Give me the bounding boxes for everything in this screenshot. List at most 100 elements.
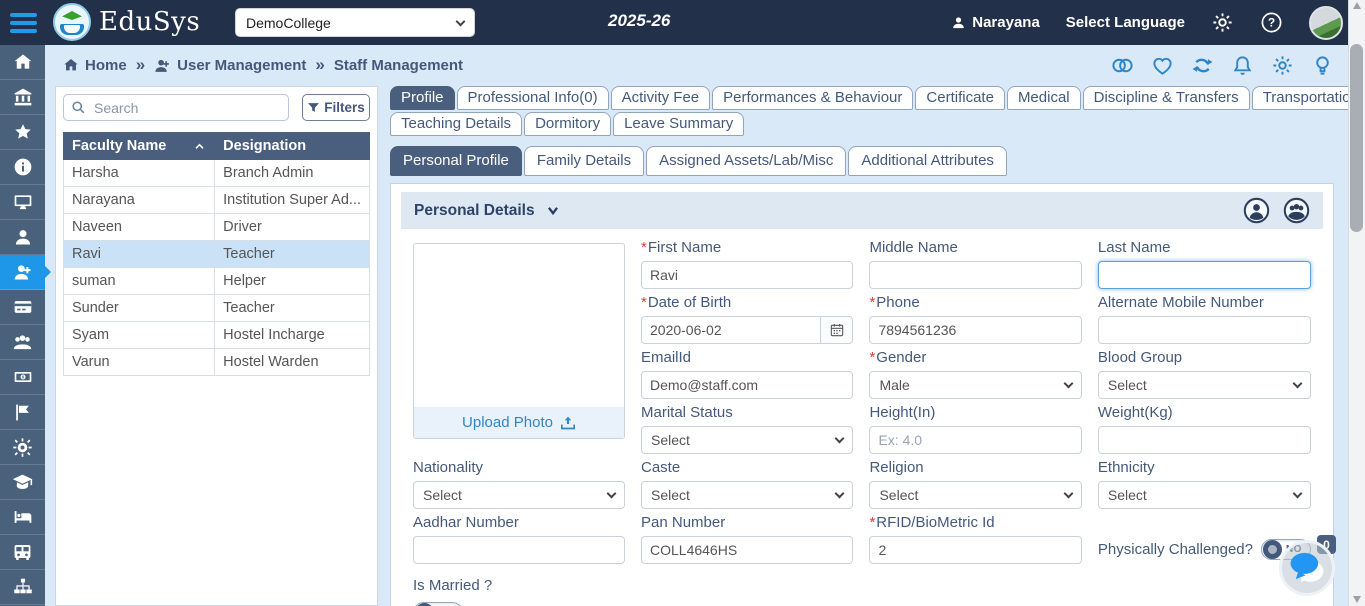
field-is-married: Is Married ? NO [413,569,625,606]
personal-details-panel: Personal Details Upload Photo *First Nam… [390,183,1334,606]
table-row[interactable]: Narayana Institution Super Ad... [62,186,370,214]
sidebar-item-hostel[interactable] [0,500,45,535]
search-input[interactable] [63,94,289,121]
tab-dormitory[interactable]: Dormitory [524,112,612,136]
first-name-input[interactable] [641,261,854,289]
sidebar-item-settings[interactable] [0,430,45,465]
nationality-select[interactable]: Select [413,481,625,509]
caste-select[interactable]: Select [641,481,854,509]
avatar[interactable] [1309,5,1343,40]
tab-certificate[interactable]: Certificate [915,86,1005,110]
gender-select[interactable]: Male [869,371,1082,399]
chevron-down-icon[interactable] [545,203,561,218]
sidebar-item-info[interactable] [0,150,45,185]
scrollbar-thumb[interactable] [1350,44,1363,232]
settings-gear-icon[interactable] [1271,54,1294,77]
tab-performances-behaviour[interactable]: Performances & Behaviour [712,86,914,110]
pan-input[interactable] [641,536,854,564]
sidebar-item-favorites[interactable] [0,115,45,150]
table-row[interactable]: Varun Hostel Warden [62,348,370,376]
date-of-birth-input[interactable] [641,316,821,344]
email-input[interactable] [641,371,854,399]
brand-name: EduSys [99,7,201,37]
tab-profile[interactable]: Profile [390,86,455,110]
scroll-down-arrow[interactable] [1353,596,1361,603]
field-date-of-birth: *Date of Birth [641,294,854,349]
table-row[interactable]: suman Helper [62,267,370,295]
vertical-scrollbar[interactable] [1348,0,1365,606]
scroll-up-arrow[interactable] [1353,2,1361,9]
section-title: Personal Details [414,201,535,219]
brand[interactable]: EduSys [53,3,200,41]
subtab-assigned-assets[interactable]: Assigned Assets/Lab/Misc [646,146,847,176]
settings-gear-icon[interactable] [1211,11,1234,34]
sidebar-item-monitor[interactable] [0,185,45,220]
field-pan: Pan Number [641,514,854,569]
tab-activity-fee[interactable]: Activity Fee [610,86,711,110]
field-last-name: Last Name [1097,239,1311,294]
help-icon[interactable]: ? [1260,11,1283,34]
tab-professional-info[interactable]: Professional Info(0) [456,86,609,110]
is-married-toggle[interactable]: NO [413,602,463,606]
column-header-designation[interactable]: Designation [214,132,370,160]
table-row[interactable]: Sunder Teacher [62,294,370,322]
field-phone: *Phone [869,294,1082,349]
favorite-heart-icon[interactable] [1151,54,1174,77]
aadhar-input[interactable] [413,536,625,564]
notifications-bell-icon[interactable] [1231,54,1254,77]
table-row[interactable]: Harsha Branch Admin [62,159,370,187]
table-row[interactable]: Naveen Driver [62,213,370,241]
table-row[interactable]: Syam Hostel Incharge [62,321,370,349]
institution-icon [14,88,31,106]
breadcrumb-user-management[interactable]: User Management [154,57,306,74]
filters-button[interactable]: Filters [302,94,370,121]
column-header-faculty-name[interactable]: Faculty Name [62,132,216,160]
calendar-button[interactable] [820,316,854,344]
height-input[interactable] [869,426,1082,454]
sidebar-item-finance[interactable] [0,360,45,395]
sidebar-item-user-management[interactable] [0,255,51,290]
subtab-additional-attributes[interactable]: Additional Attributes [848,146,1007,176]
table-row-selected[interactable]: Ravi Teacher [62,240,370,268]
chevron-down-icon [455,16,466,26]
toggle-icon[interactable] [1111,54,1134,77]
single-profile-icon[interactable] [1243,197,1270,224]
sidebar-item-hierarchy[interactable] [0,570,45,605]
sidebar-item-card[interactable] [0,290,45,325]
middle-name-input[interactable] [869,261,1082,289]
chat-button[interactable] [1279,540,1335,596]
sidebar-item-institution[interactable] [0,80,45,115]
college-select[interactable]: DemoCollege [235,8,475,37]
weight-input[interactable] [1097,426,1311,454]
sidebar-item-home[interactable] [0,45,45,80]
religion-select[interactable]: Select [869,481,1082,509]
tab-discipline-transfers[interactable]: Discipline & Transfers [1082,86,1250,110]
marital-status-select[interactable]: Select [641,426,854,454]
subtab-personal-profile[interactable]: Personal Profile [390,146,522,176]
sidebar-item-transport[interactable] [0,535,45,570]
user-menu[interactable]: Narayana [951,14,1040,31]
rfid-input[interactable] [869,536,1082,564]
select-language-button[interactable]: Select Language [1066,14,1185,31]
upload-photo-button[interactable]: Upload Photo [414,407,624,438]
blood-group-select[interactable]: Select [1097,371,1311,399]
tab-leave-summary[interactable]: Leave Summary [613,112,745,136]
sidebar-item-academics[interactable] [0,465,45,500]
subtab-family-details[interactable]: Family Details [523,146,645,176]
group-profile-icon[interactable] [1283,197,1310,224]
tab-teaching-details[interactable]: Teaching Details [390,112,523,136]
sidebar-item-groups[interactable] [0,325,45,360]
hamburger-menu-icon[interactable] [10,13,37,37]
lightbulb-icon[interactable] [1311,54,1334,77]
alternate-mobile-input[interactable] [1097,316,1311,344]
ethnicity-select[interactable]: Select [1097,481,1311,509]
sidebar-item-flag[interactable] [0,395,45,430]
phone-input[interactable] [869,316,1082,344]
chevron-down-icon [1063,378,1074,389]
sidebar-item-profile[interactable] [0,220,45,255]
refresh-icon[interactable] [1191,54,1214,77]
sort-asc-icon[interactable] [193,140,206,153]
last-name-input[interactable] [1097,261,1311,289]
breadcrumb-home[interactable]: Home [63,57,127,74]
tab-medical[interactable]: Medical [1006,86,1081,110]
